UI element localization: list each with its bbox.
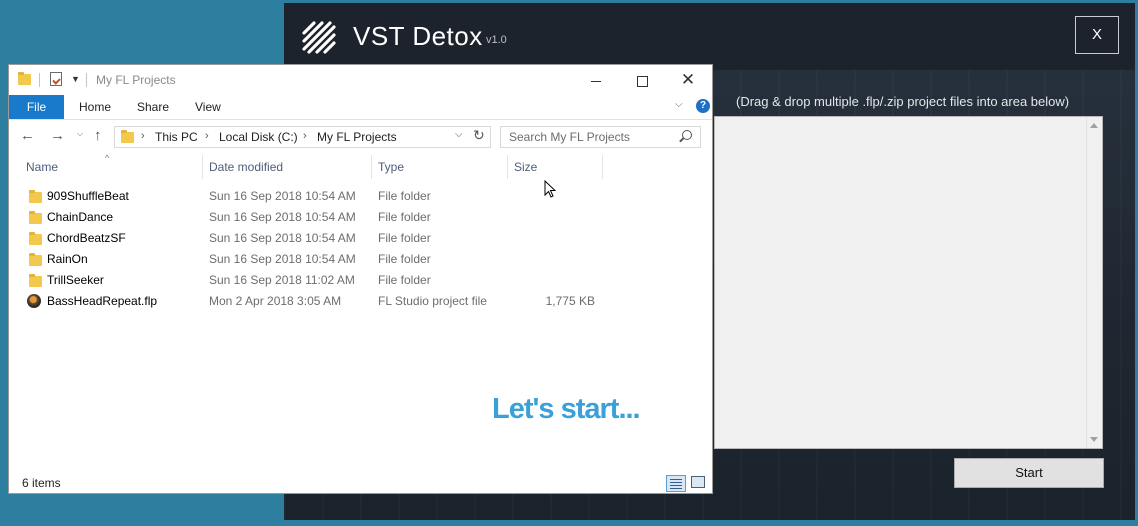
status-bar: 6 items <box>9 470 712 493</box>
navigation-bar: ← → ⌵ ↑ › This PC › Local Disk (C:) › My… <box>9 120 712 152</box>
file-date: Sun 16 Sep 2018 10:54 AM <box>209 231 356 245</box>
item-count: 6 items <box>22 476 61 490</box>
fl-studio-file-icon <box>27 294 41 308</box>
maximize-icon <box>636 75 648 87</box>
file-name: ChainDance <box>47 210 114 224</box>
file-type: File folder <box>378 231 431 245</box>
details-view-icon[interactable] <box>666 475 686 492</box>
forward-arrow-icon[interactable]: → <box>50 127 65 144</box>
refresh-icon[interactable]: ↻ <box>473 127 485 144</box>
folder-icon <box>29 274 42 287</box>
drop-hint: (Drag & drop multiple .flp/.zip project … <box>736 94 1070 109</box>
back-arrow-icon[interactable]: ← <box>20 127 35 144</box>
vst-header: VST Detox v1.0 X <box>284 3 1135 70</box>
column-header-name[interactable]: Name <box>26 160 58 174</box>
file-type: File folder <box>378 273 431 287</box>
file-row[interactable]: TrillSeeker Sun 16 Sep 2018 11:02 AM Fil… <box>9 270 712 291</box>
file-date: Sun 16 Sep 2018 10:54 AM <box>209 252 356 266</box>
breadcrumb-my-fl-projects[interactable]: My FL Projects <box>317 130 397 144</box>
recent-locations-chevron-icon[interactable]: ⌵ <box>77 129 83 139</box>
folder-icon <box>29 253 42 266</box>
app-title: VST Detox <box>353 21 483 51</box>
quick-access-dropdown-icon[interactable]: ▼ <box>71 74 80 84</box>
tab-view[interactable]: View <box>195 95 221 119</box>
search-placeholder: Search My FL Projects <box>509 130 630 144</box>
file-name: TrillSeeker <box>47 273 104 287</box>
mouse-cursor-icon <box>544 180 557 198</box>
divider <box>39 73 40 87</box>
column-headers: Name Date modified Type Size <box>9 155 712 179</box>
search-icon <box>682 130 692 140</box>
app-version: v1.0 <box>486 34 507 46</box>
minimize-icon <box>591 80 601 82</box>
explorer-titlebar: ▼ My FL Projects ✕ <box>9 65 712 95</box>
file-row[interactable]: 909ShuffleBeat Sun 16 Sep 2018 10:54 AM … <box>9 186 712 207</box>
breadcrumb-local-disk[interactable]: Local Disk (C:) <box>219 130 298 144</box>
search-input[interactable]: Search My FL Projects <box>500 126 701 148</box>
file-date: Mon 2 Apr 2018 3:05 AM <box>209 294 342 308</box>
file-row[interactable]: ChordBeatzSF Sun 16 Sep 2018 10:54 AM Fi… <box>9 228 712 249</box>
file-explorer-window: ▼ My FL Projects ✕ File Home Share View … <box>8 64 713 494</box>
scroll-down-arrow-icon[interactable] <box>1090 437 1098 442</box>
column-divider[interactable] <box>371 155 372 179</box>
window-title: My FL Projects <box>96 73 176 87</box>
file-name: 909ShuffleBeat <box>47 189 129 203</box>
folder-icon <box>18 72 31 85</box>
file-name: RainOn <box>47 252 88 266</box>
folder-icon <box>29 211 42 224</box>
address-dropdown-icon[interactable]: ⌵ <box>455 129 463 140</box>
column-header-size[interactable]: Size <box>514 160 537 174</box>
column-divider[interactable] <box>507 155 508 179</box>
column-header-type[interactable]: Type <box>378 160 404 174</box>
folder-icon <box>121 130 134 143</box>
start-button[interactable]: Start <box>954 458 1104 488</box>
file-type: File folder <box>378 252 431 266</box>
folder-icon <box>29 190 42 203</box>
file-row[interactable]: BassHeadRepeat.flp Mon 2 Apr 2018 3:05 A… <box>9 291 712 312</box>
drop-area-scrollbar[interactable] <box>1086 117 1102 448</box>
file-row[interactable]: RainOn Sun 16 Sep 2018 10:54 AM File fol… <box>9 249 712 270</box>
tab-home[interactable]: Home <box>79 95 111 119</box>
lets-start-overlay-text: Let's start... <box>492 393 641 425</box>
tab-share[interactable]: Share <box>137 95 169 119</box>
file-date: Sun 16 Sep 2018 10:54 AM <box>209 210 356 224</box>
scroll-up-arrow-icon[interactable] <box>1090 123 1098 128</box>
file-type: File folder <box>378 210 431 224</box>
up-arrow-icon[interactable]: ↑ <box>94 127 102 144</box>
tab-file[interactable]: File <box>9 95 64 119</box>
vst-detox-logo-icon <box>302 21 336 54</box>
file-type: FL Studio project file <box>378 294 487 308</box>
breadcrumb-this-pc[interactable]: This PC <box>155 130 198 144</box>
minimize-button[interactable] <box>573 65 619 95</box>
vst-close-button[interactable]: X <box>1075 16 1119 54</box>
column-header-date[interactable]: Date modified <box>209 160 283 174</box>
file-type: File folder <box>378 189 431 203</box>
file-name: ChordBeatzSF <box>47 231 126 245</box>
column-divider[interactable] <box>602 155 603 179</box>
divider <box>86 73 87 87</box>
breadcrumb-chevron-icon[interactable]: › <box>303 130 307 142</box>
breadcrumb-chevron-icon[interactable]: › <box>205 130 209 142</box>
expand-ribbon-chevron-icon[interactable]: ⌵ <box>675 99 683 110</box>
ribbon-tabs: File Home Share View ⌵ ? <box>9 95 712 120</box>
drop-area[interactable] <box>714 116 1103 449</box>
file-date: Sun 16 Sep 2018 11:02 AM <box>209 273 355 287</box>
large-icons-view-icon[interactable] <box>691 476 705 488</box>
close-button[interactable]: ✕ <box>665 65 711 95</box>
file-size: 1,775 KB <box>545 294 595 308</box>
file-row[interactable]: ChainDance Sun 16 Sep 2018 10:54 AM File… <box>9 207 712 228</box>
file-date: Sun 16 Sep 2018 10:54 AM <box>209 189 356 203</box>
breadcrumb-chevron-icon[interactable]: › <box>141 130 145 142</box>
column-divider[interactable] <box>202 155 203 179</box>
address-bar[interactable]: › This PC › Local Disk (C:) › My FL Proj… <box>114 126 491 148</box>
properties-icon[interactable] <box>50 72 62 86</box>
help-icon[interactable]: ? <box>696 99 710 113</box>
file-name: BassHeadRepeat.flp <box>47 294 158 308</box>
folder-icon <box>29 232 42 245</box>
maximize-button[interactable] <box>619 65 665 95</box>
